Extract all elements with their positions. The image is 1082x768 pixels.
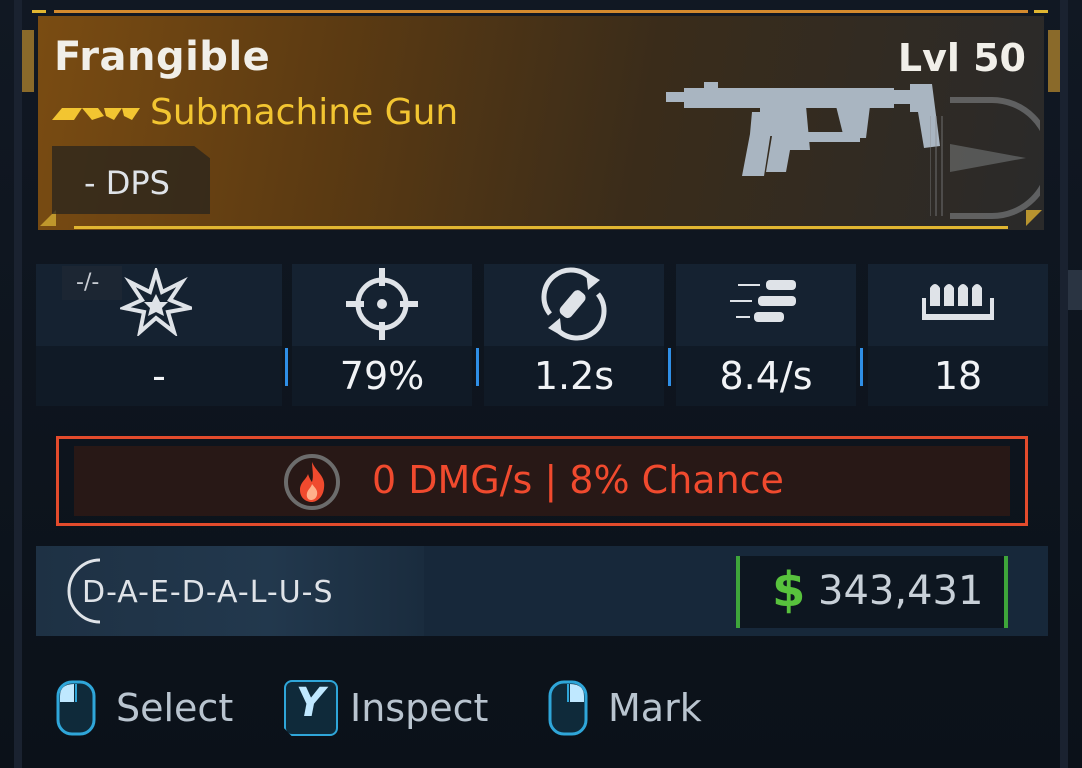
- stat-damage-value: -: [152, 354, 166, 398]
- elemental-stats: 0 DMG/s | 8% Chance: [372, 458, 784, 502]
- money-icon: $: [772, 562, 806, 618]
- stat-fire-rate-value: 8.4/s: [719, 354, 813, 398]
- select-prompt[interactable]: Select: [116, 686, 233, 730]
- stat-divider: [285, 348, 288, 386]
- bullets-icon: [730, 280, 796, 322]
- elemental-frame-bottom: [56, 523, 1028, 526]
- side-tab-left: [22, 30, 34, 92]
- magazine-icon: [922, 284, 994, 320]
- item-name: Frangible: [54, 34, 271, 80]
- stat-magazine-value: 18: [933, 354, 983, 398]
- background-shard: [1068, 270, 1082, 310]
- stat-divider: [476, 348, 479, 386]
- item-type: Submachine Gun: [150, 92, 459, 133]
- header-top-accent-left: [32, 10, 46, 13]
- submachine-gun-icon: [666, 82, 940, 176]
- fire-icon: [284, 454, 340, 510]
- mouse-left-icon[interactable]: [56, 680, 96, 736]
- element-badge-text: -/-: [76, 270, 100, 295]
- elemental-frame-top: [56, 436, 1028, 439]
- header-top-accent-right: [1034, 10, 1048, 13]
- money-value: 343,431: [818, 568, 984, 614]
- reload-icon: [541, 267, 607, 341]
- header-bottom-line: [74, 226, 1008, 229]
- y-button-letter: Y: [296, 680, 325, 726]
- stat-reload-value: 1.2s: [533, 354, 615, 398]
- header-top-line: [54, 10, 1028, 13]
- rarity-chevrons-icon: [52, 108, 140, 120]
- crosshair-icon: [346, 268, 418, 340]
- daedalus-logo-icon: D-A-E-D-A-L-U-S: [67, 558, 334, 624]
- inspect-prompt[interactable]: Inspect: [350, 686, 488, 730]
- stat-divider: [860, 348, 863, 386]
- mark-prompt[interactable]: Mark: [608, 686, 702, 730]
- stat-accuracy-value: 79%: [339, 354, 425, 398]
- side-tab-right: [1048, 30, 1060, 92]
- daedalus-watermark-icon: [930, 97, 1040, 219]
- frame-edge-left: [14, 0, 22, 768]
- item-level: Lvl 50: [897, 36, 1026, 80]
- stat-divider: [668, 348, 671, 386]
- manufacturer-name: D-A-E-D-A-L-U-S: [82, 575, 334, 610]
- mouse-right-icon[interactable]: [548, 680, 588, 736]
- frame-edge-right: [1060, 0, 1068, 768]
- burst-icon: [120, 268, 192, 336]
- dps-value: - DPS: [84, 164, 170, 202]
